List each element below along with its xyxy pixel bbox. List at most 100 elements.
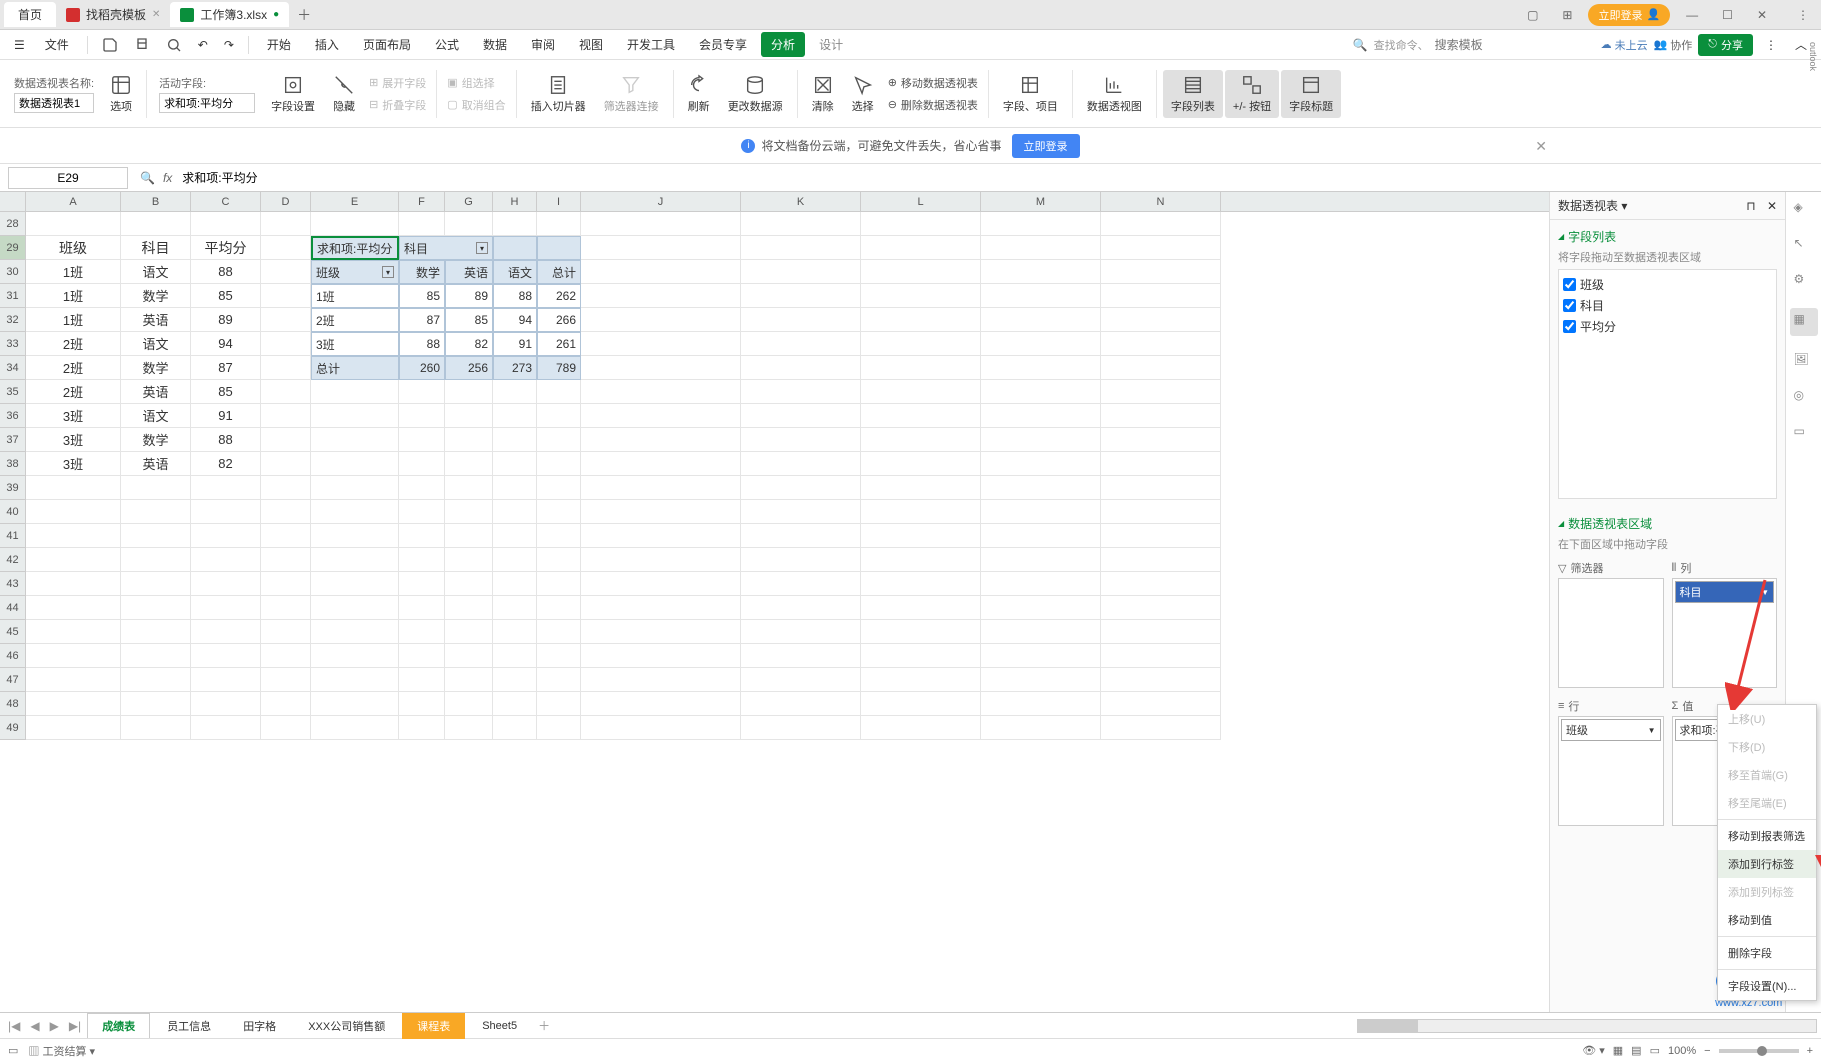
cell[interactable] xyxy=(311,668,399,692)
change-source-button[interactable]: 更改数据源 xyxy=(720,70,791,118)
maximize-button[interactable]: ☐ xyxy=(1714,4,1741,26)
save-button[interactable] xyxy=(96,33,124,57)
cell[interactable] xyxy=(445,452,493,476)
cell[interactable] xyxy=(445,596,493,620)
cell[interactable] xyxy=(1101,452,1221,476)
cell[interactable] xyxy=(121,476,191,500)
cell[interactable] xyxy=(981,596,1101,620)
cell[interactable] xyxy=(981,548,1101,572)
sheet-tab[interactable]: 员工信息 xyxy=(152,1013,226,1039)
row-header[interactable]: 39 xyxy=(0,476,26,500)
filter-icon[interactable]: ▾ xyxy=(476,242,488,254)
rows-drop-zone[interactable]: 班级▼ xyxy=(1558,716,1664,826)
column-header[interactable]: J xyxy=(581,192,741,211)
cell[interactable] xyxy=(493,236,537,260)
row-header[interactable]: 43 xyxy=(0,572,26,596)
cell[interactable] xyxy=(861,548,981,572)
cell[interactable] xyxy=(261,500,311,524)
cell[interactable]: 88 xyxy=(191,260,261,284)
field-list-box[interactable]: 班级 科目 平均分 xyxy=(1558,269,1777,499)
cell[interactable] xyxy=(537,404,581,428)
cell[interactable] xyxy=(981,452,1101,476)
cell[interactable] xyxy=(399,404,445,428)
sheet-tab[interactable]: XXX公司销售额 xyxy=(293,1013,400,1039)
ribbon-tab-start[interactable]: 开始 xyxy=(257,32,301,57)
login-button[interactable]: 立即登录 👤 xyxy=(1588,4,1670,26)
cell[interactable] xyxy=(26,692,121,716)
pivot-chart-button[interactable]: 数据透视图 xyxy=(1079,70,1150,118)
cell[interactable] xyxy=(861,476,981,500)
cell[interactable] xyxy=(537,644,581,668)
cell[interactable] xyxy=(121,620,191,644)
cell[interactable] xyxy=(741,260,861,284)
cell[interactable] xyxy=(741,476,861,500)
cell[interactable] xyxy=(311,716,399,740)
cell[interactable] xyxy=(741,284,861,308)
menu-delete[interactable]: 删除字段 xyxy=(1718,939,1816,967)
cell[interactable] xyxy=(121,692,191,716)
horizontal-scrollbar[interactable] xyxy=(1357,1019,1817,1033)
cell[interactable] xyxy=(493,404,537,428)
cell[interactable] xyxy=(311,596,399,620)
cell[interactable] xyxy=(581,236,741,260)
menu-add-row[interactable]: 添加到行标签 xyxy=(1718,850,1816,878)
cell[interactable]: 语文 xyxy=(121,260,191,284)
sheet-tab[interactable]: 田字格 xyxy=(228,1013,291,1039)
cell[interactable] xyxy=(261,428,311,452)
cell[interactable]: 82 xyxy=(191,452,261,476)
cell[interactable] xyxy=(261,524,311,548)
cell[interactable] xyxy=(121,524,191,548)
cell[interactable]: 2班 xyxy=(311,308,399,332)
slicer-button[interactable]: 插入切片器 xyxy=(523,70,594,118)
cell[interactable]: 1班 xyxy=(26,260,121,284)
cell[interactable] xyxy=(121,668,191,692)
cell[interactable] xyxy=(861,332,981,356)
cell[interactable] xyxy=(581,620,741,644)
filter-connect-button[interactable]: 筛选器连接 xyxy=(596,70,667,118)
more-button[interactable]: ⋮ xyxy=(1789,4,1817,26)
cell[interactable] xyxy=(399,476,445,500)
cell[interactable]: 85 xyxy=(191,284,261,308)
cell[interactable]: 94 xyxy=(191,332,261,356)
cell[interactable] xyxy=(399,428,445,452)
cell[interactable] xyxy=(981,668,1101,692)
cell[interactable] xyxy=(981,404,1101,428)
cell[interactable] xyxy=(861,308,981,332)
row-header[interactable]: 30 xyxy=(0,260,26,284)
ribbon-tab-layout[interactable]: 页面布局 xyxy=(353,32,421,57)
cell[interactable] xyxy=(121,212,191,236)
cell[interactable] xyxy=(537,452,581,476)
cell[interactable] xyxy=(741,548,861,572)
view-page-icon[interactable]: ▤ xyxy=(1631,1044,1641,1057)
menu-move-up[interactable]: 上移(U) xyxy=(1718,705,1816,733)
row-header[interactable]: 32 xyxy=(0,308,26,332)
cell[interactable]: 3班 xyxy=(26,404,121,428)
row-header[interactable]: 47 xyxy=(0,668,26,692)
field-list-button[interactable]: 字段列表 xyxy=(1163,70,1223,118)
cell[interactable] xyxy=(741,500,861,524)
options-button[interactable]: 选项 xyxy=(102,70,140,118)
cell[interactable]: 789 xyxy=(537,356,581,380)
field-checkbox[interactable] xyxy=(1563,299,1576,312)
cell[interactable]: 85 xyxy=(445,308,493,332)
cell[interactable] xyxy=(311,404,399,428)
cell[interactable] xyxy=(261,356,311,380)
cell[interactable] xyxy=(26,668,121,692)
pm-buttons-button[interactable]: +/- 按钮 xyxy=(1225,70,1279,118)
cell[interactable]: 班级▾ xyxy=(311,260,399,284)
formula-input[interactable] xyxy=(180,169,580,187)
cell[interactable]: 英语 xyxy=(121,308,191,332)
ribbon-tab-view[interactable]: 视图 xyxy=(569,32,613,57)
cell[interactable] xyxy=(581,212,741,236)
cell[interactable] xyxy=(191,524,261,548)
cell[interactable] xyxy=(741,308,861,332)
cell[interactable] xyxy=(121,644,191,668)
cell[interactable] xyxy=(261,260,311,284)
cell[interactable] xyxy=(191,668,261,692)
fx-label[interactable]: fx xyxy=(163,171,172,185)
filter-icon[interactable]: ▾ xyxy=(382,266,394,278)
cell[interactable] xyxy=(311,452,399,476)
cell[interactable] xyxy=(445,692,493,716)
zoom-thumb[interactable] xyxy=(1757,1046,1767,1056)
close-button[interactable]: ✕ xyxy=(1749,4,1775,26)
